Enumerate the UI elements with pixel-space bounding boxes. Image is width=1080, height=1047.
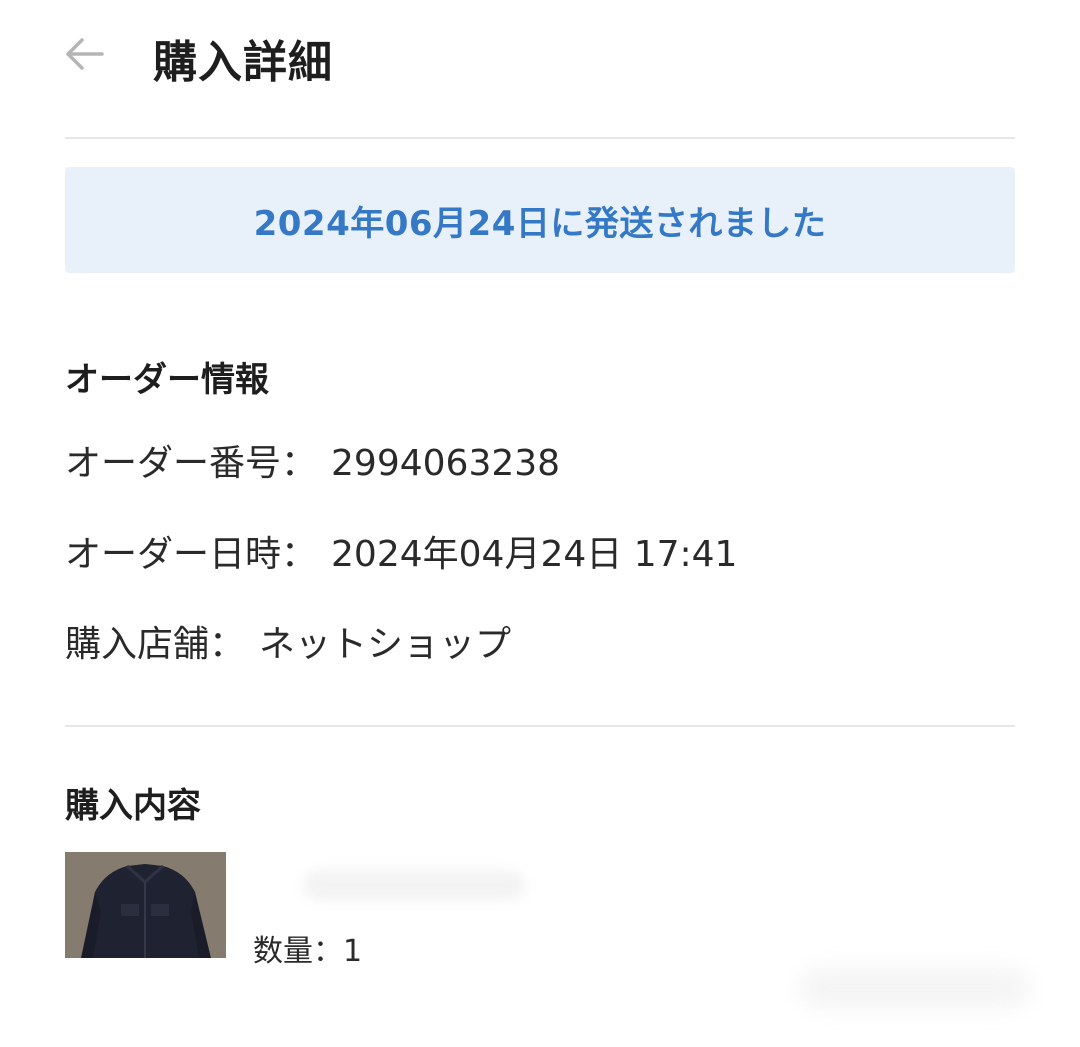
order-number-row: オーダー番号： 2994063238 [65,434,560,486]
order-datetime-label: オーダー日時： [65,534,318,575]
product-item[interactable]: 数量：1 [65,852,1015,969]
order-datetime-value: 2024年04月24日 17:41 [331,534,738,575]
header: 購入詳細 [0,0,1080,112]
purchase-store-value: ネットショップ [259,624,512,665]
purchase-store-label: 購入店舗： [65,624,246,665]
product-image[interactable] [65,852,226,958]
purchase-content-title: 購入内容 [65,786,201,826]
product-quantity: 数量：1 [253,926,362,970]
order-datetime-row: オーダー日時： 2024年04月24日 17:41 [65,525,737,577]
page-title: 購入詳細 [153,37,333,88]
shipping-status-text: 2024年06月24日に発送されました [253,203,827,244]
back-button[interactable] [56,28,112,84]
order-number-value: 2994063238 [331,443,561,484]
redacted-area [800,968,1030,1008]
shipping-status-banner: 2024年06月24日に発送されました [65,167,1015,273]
quantity-label: 数量： [253,934,343,969]
section-divider [65,725,1015,727]
order-number-label: オーダー番号： [65,443,318,484]
arrow-left-icon [62,32,106,80]
header-divider [65,137,1015,139]
product-name-redacted [303,870,525,900]
quantity-value: 1 [343,934,363,969]
purchase-detail-page: 購入詳細 2024年06月24日に発送されました オーダー情報 オーダー番号： 2… [0,0,1080,1047]
purchase-store-row: 購入店舗： ネットショップ [65,615,511,667]
order-info-title: オーダー情報 [65,360,269,400]
